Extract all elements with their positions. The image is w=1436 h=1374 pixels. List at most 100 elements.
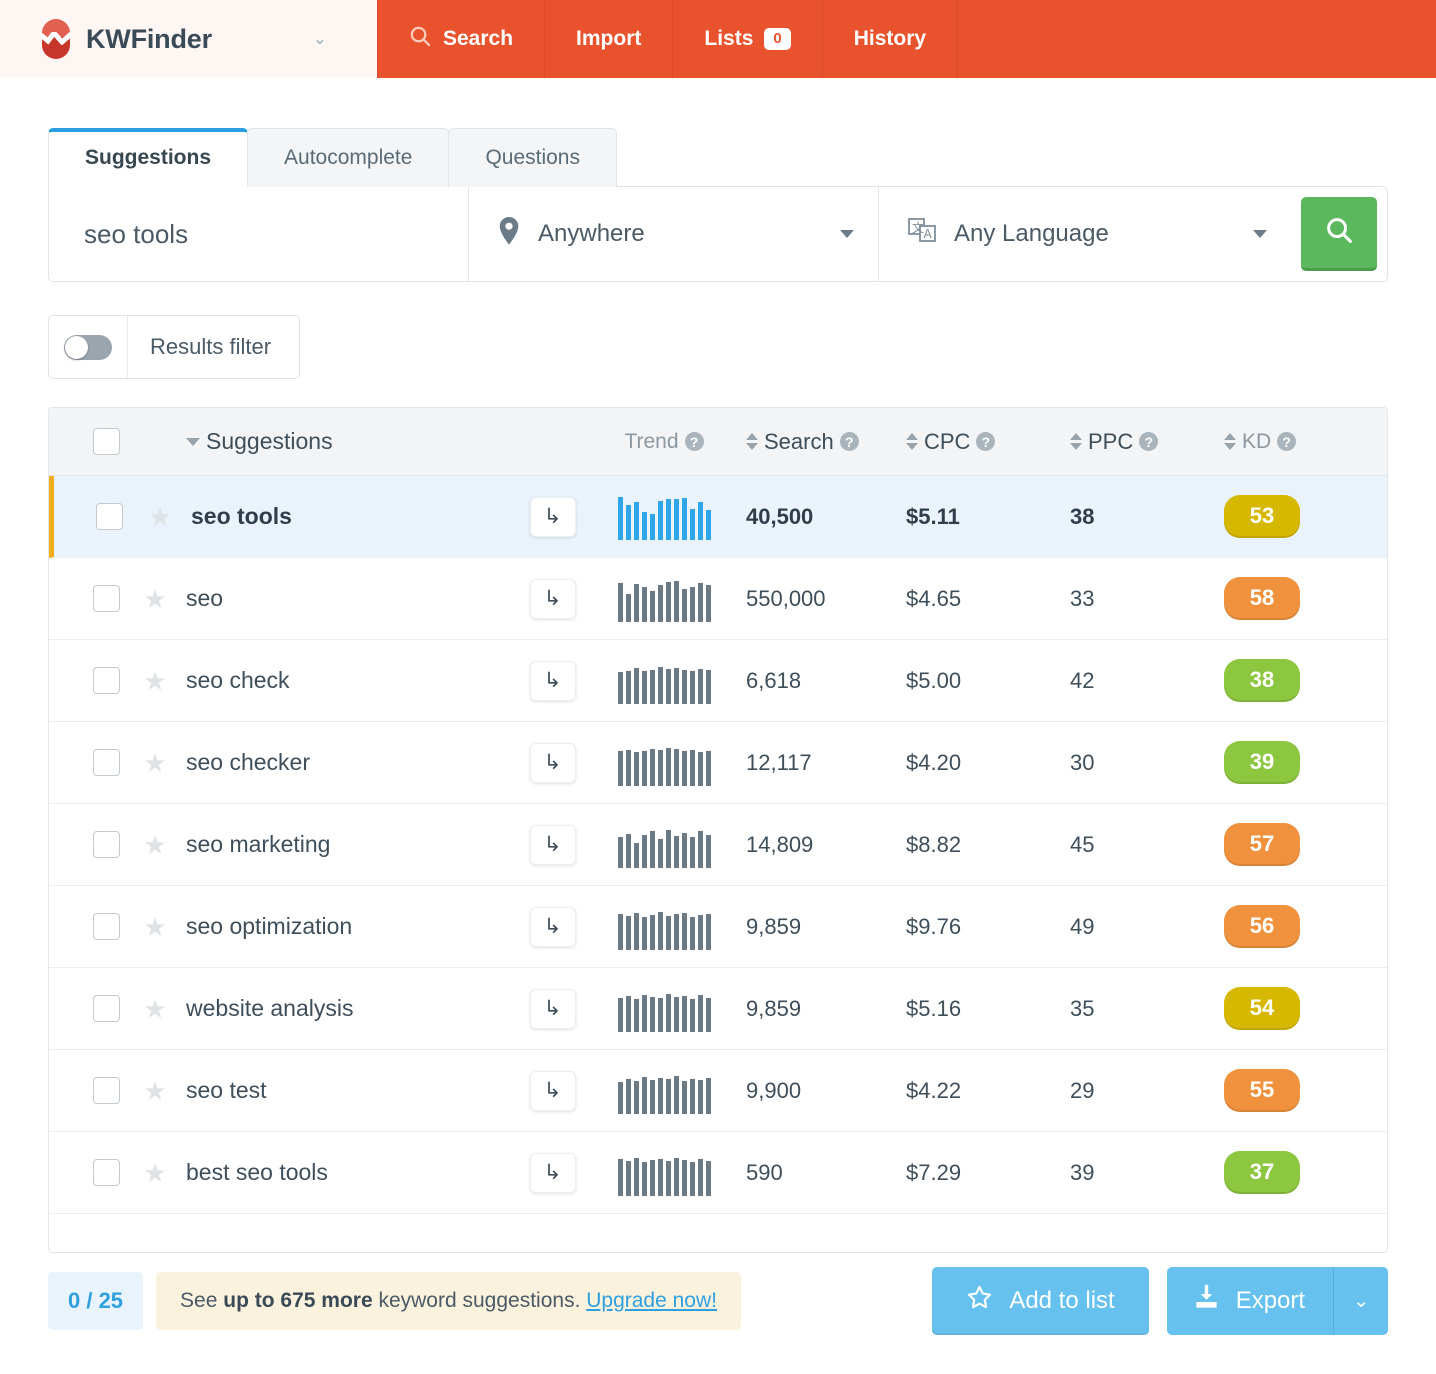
sort-icon[interactable] xyxy=(746,433,758,450)
upgrade-now-link[interactable]: Upgrade now! xyxy=(586,1289,717,1312)
row-favorite-cell[interactable]: ★ xyxy=(134,504,186,530)
nav-item-import[interactable]: Import xyxy=(545,0,673,78)
row-select-cell[interactable] xyxy=(49,585,129,612)
redirect-arrow-icon[interactable]: ↳ xyxy=(530,743,576,783)
row-favorite-cell[interactable]: ★ xyxy=(129,996,181,1022)
language-chevron-down-icon[interactable] xyxy=(1253,230,1267,238)
redirect-arrow-icon[interactable]: ↳ xyxy=(530,497,576,537)
language-select[interactable]: 文 A Any Language xyxy=(879,187,1291,281)
results-filter-control[interactable]: Results filter xyxy=(48,315,300,379)
redirect-arrow-icon[interactable]: ↳ xyxy=(530,579,576,619)
column-header-ppc[interactable]: PPC ? xyxy=(1054,429,1217,455)
sort-icon[interactable] xyxy=(906,433,918,450)
column-header-kd[interactable]: KD ? xyxy=(1217,430,1387,454)
results-filter-label[interactable]: Results filter xyxy=(128,316,299,378)
row-action-cell[interactable]: ↳ xyxy=(505,907,600,947)
tab-questions[interactable]: Questions xyxy=(448,128,617,187)
search-submit-button[interactable] xyxy=(1301,197,1377,271)
row-select-cell[interactable] xyxy=(49,667,129,694)
star-icon[interactable]: ★ xyxy=(143,832,166,858)
redirect-arrow-icon[interactable]: ↳ xyxy=(530,907,576,947)
row-select-cell[interactable] xyxy=(49,831,129,858)
row-action-cell[interactable]: ↳ xyxy=(505,1071,600,1111)
export-button[interactable]: Export xyxy=(1167,1267,1334,1335)
star-icon[interactable]: ★ xyxy=(143,1160,166,1186)
table-row[interactable]: ★seo tools↳40,500$5.113853 xyxy=(49,476,1387,558)
row-action-cell[interactable]: ↳ xyxy=(505,825,600,865)
tab-suggestions[interactable]: Suggestions xyxy=(48,128,248,187)
search-help-icon[interactable]: ? xyxy=(840,432,859,451)
redirect-arrow-icon[interactable]: ↳ xyxy=(530,825,576,865)
star-icon[interactable]: ★ xyxy=(143,586,166,612)
sort-desc-icon[interactable] xyxy=(186,438,200,446)
toggle-switch[interactable] xyxy=(64,335,112,360)
row-checkbox[interactable] xyxy=(93,1077,120,1104)
nav-item-lists[interactable]: Lists 0 xyxy=(673,0,822,78)
sort-icon[interactable] xyxy=(1224,433,1236,450)
keyword-input[interactable]: seo tools xyxy=(49,187,469,281)
row-favorite-cell[interactable]: ★ xyxy=(129,914,181,940)
table-row[interactable]: ★seo↳550,000$4.653358 xyxy=(49,558,1387,640)
row-favorite-cell[interactable]: ★ xyxy=(129,750,181,776)
redirect-arrow-icon[interactable]: ↳ xyxy=(530,989,576,1029)
row-favorite-cell[interactable]: ★ xyxy=(129,586,181,612)
kd-help-icon[interactable]: ? xyxy=(1277,432,1296,451)
star-icon[interactable]: ★ xyxy=(143,996,166,1022)
row-action-cell[interactable]: ↳ xyxy=(505,989,600,1029)
star-icon[interactable]: ★ xyxy=(143,750,166,776)
row-checkbox[interactable] xyxy=(96,503,123,530)
trend-help-icon[interactable]: ? xyxy=(685,432,704,451)
row-select-cell[interactable] xyxy=(49,913,129,940)
star-icon[interactable]: ★ xyxy=(143,914,166,940)
cpc-help-icon[interactable]: ? xyxy=(976,432,995,451)
star-icon[interactable]: ★ xyxy=(143,1078,166,1104)
star-icon[interactable]: ★ xyxy=(143,668,166,694)
redirect-arrow-icon[interactable]: ↳ xyxy=(530,1153,576,1193)
redirect-arrow-icon[interactable]: ↳ xyxy=(530,1071,576,1111)
nav-item-search[interactable]: Search xyxy=(377,0,545,78)
row-select-cell[interactable] xyxy=(49,995,129,1022)
column-header-cpc[interactable]: CPC ? xyxy=(891,429,1054,455)
row-favorite-cell[interactable]: ★ xyxy=(129,1078,181,1104)
brand-chevron-down-icon[interactable]: ⌄ xyxy=(313,29,327,49)
table-row[interactable]: ★seo checker↳12,117$4.203039 xyxy=(49,722,1387,804)
table-row[interactable]: ★seo optimization↳9,859$9.764956 xyxy=(49,886,1387,968)
row-checkbox[interactable] xyxy=(93,1159,120,1186)
row-checkbox[interactable] xyxy=(93,585,120,612)
row-select-cell[interactable] xyxy=(49,749,129,776)
ppc-help-icon[interactable]: ? xyxy=(1139,432,1158,451)
row-checkbox[interactable] xyxy=(93,667,120,694)
redirect-arrow-icon[interactable]: ↳ xyxy=(530,661,576,701)
export-dropdown-toggle[interactable]: ⌄ xyxy=(1334,1267,1388,1335)
row-favorite-cell[interactable]: ★ xyxy=(129,668,181,694)
row-favorite-cell[interactable]: ★ xyxy=(129,1160,181,1186)
nav-item-history[interactable]: History xyxy=(823,0,958,78)
row-action-cell[interactable]: ↳ xyxy=(505,1153,600,1193)
row-checkbox[interactable] xyxy=(93,831,120,858)
row-checkbox[interactable] xyxy=(93,749,120,776)
table-row[interactable]: ★website analysis↳9,859$5.163554 xyxy=(49,968,1387,1050)
row-action-cell[interactable]: ↳ xyxy=(505,743,600,783)
add-to-list-button[interactable]: Add to list xyxy=(932,1267,1148,1335)
row-select-cell[interactable] xyxy=(49,1077,129,1104)
table-row[interactable]: ★best seo tools↳590$7.293937 xyxy=(49,1132,1387,1214)
table-row[interactable]: ★seo marketing↳14,809$8.824557 xyxy=(49,804,1387,886)
location-chevron-down-icon[interactable] xyxy=(840,230,854,238)
results-filter-toggle[interactable] xyxy=(49,316,128,378)
tab-autocomplete[interactable]: Autocomplete xyxy=(247,128,449,187)
column-header-search[interactable]: Search ? xyxy=(728,429,891,455)
select-all-cell[interactable] xyxy=(49,428,129,455)
row-action-cell[interactable]: ↳ xyxy=(505,661,600,701)
select-all-checkbox[interactable] xyxy=(93,428,120,455)
row-select-cell[interactable] xyxy=(54,503,134,530)
row-select-cell[interactable] xyxy=(49,1159,129,1186)
table-row[interactable]: ★seo check↳6,618$5.004238 xyxy=(49,640,1387,722)
row-action-cell[interactable]: ↳ xyxy=(505,497,600,537)
brand-logo-area[interactable]: KWFinder ⌄ xyxy=(0,0,377,78)
column-header-suggestions[interactable]: Suggestions xyxy=(181,428,505,455)
row-checkbox[interactable] xyxy=(93,995,120,1022)
row-checkbox[interactable] xyxy=(93,913,120,940)
row-favorite-cell[interactable]: ★ xyxy=(129,832,181,858)
star-icon[interactable]: ★ xyxy=(148,504,171,530)
sort-icon[interactable] xyxy=(1070,433,1082,450)
